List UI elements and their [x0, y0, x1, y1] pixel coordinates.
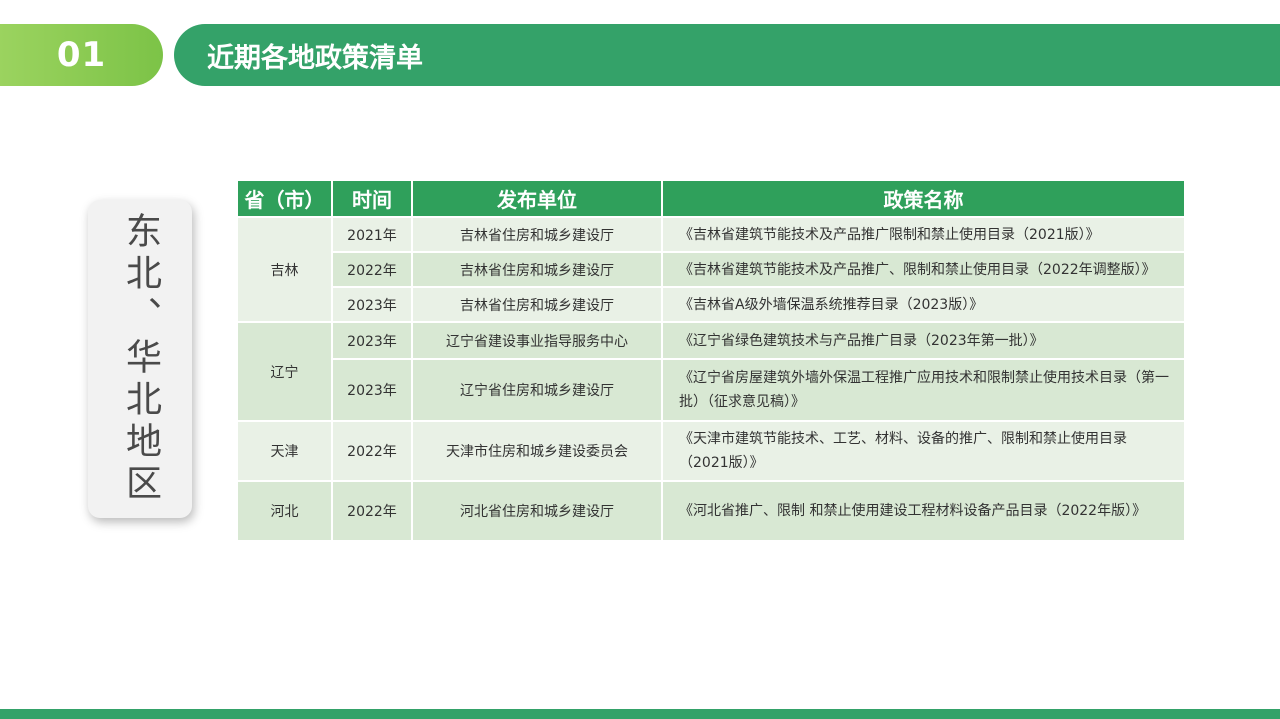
table-row: 2023年 辽宁省住房和城乡建设厅 《辽宁省房屋建筑外墙外保温工程推广应用技术和…: [237, 358, 1186, 422]
table-row: 吉林 2021年 吉林省住房和城乡建设厅 《吉林省建筑节能技术及产品推广限制和禁…: [236, 216, 1186, 323]
year-cell: 2022年: [331, 251, 413, 288]
publisher-cell: 天津市住房和城乡建设委员会: [411, 420, 663, 482]
table-row: 河北 2022年 河北省住房和城乡建设厅 《河北省推广、限制 和禁止使用建设工程…: [236, 480, 1186, 542]
table-row: 天津 2022年 天津市住房和城乡建设委员会 《天津市建筑节能技术、工艺、材料、…: [236, 420, 1186, 482]
page-title: 近期各地政策清单: [207, 42, 423, 74]
year-cell: 2023年: [331, 321, 413, 360]
publisher-cell: 河北省住房和城乡建设厅: [411, 480, 663, 542]
policy-table: 省（市） 时间 发布单位 政策名称 吉林 2021年 吉林省住房和城乡建设厅 《…: [236, 179, 1186, 542]
header-publisher: 发布单位: [411, 179, 663, 218]
province-cell: 吉林: [236, 216, 333, 323]
table-row: 辽宁 2023年 辽宁省建设事业指导服务中心 《辽宁省绿色建筑技术与产品推广目录…: [236, 321, 1186, 422]
province-cell: 河北: [236, 480, 333, 542]
year-cell: 2022年: [331, 420, 413, 482]
header-policy-name: 政策名称: [661, 179, 1186, 218]
policy-name-cell: 《吉林省A级外墙保温系统推荐目录（2023版）》: [661, 286, 1186, 323]
policy-name-cell: 《河北省推广、限制 和禁止使用建设工程材料设备产品目录（2022年版）》: [661, 480, 1186, 542]
region-label: 东北、华北地区: [120, 212, 161, 506]
year-cell: 2022年: [331, 480, 413, 542]
province-cell: 天津: [236, 420, 333, 482]
policy-name-cell: 《辽宁省绿色建筑技术与产品推广目录（2023年第一批）》: [661, 321, 1186, 360]
policy-name-cell: 《辽宁省房屋建筑外墙外保温工程推广应用技术和限制禁止使用技术目录（第一批）（征求…: [661, 358, 1186, 422]
header-time: 时间: [331, 179, 413, 218]
year-cell: 2023年: [331, 358, 413, 422]
section-number: 01: [56, 35, 107, 75]
region-card: 东北、华北地区: [88, 200, 192, 518]
publisher-cell: 吉林省住房和城乡建设厅: [411, 216, 663, 253]
province-cell: 辽宁: [236, 321, 333, 422]
year-cell: 2021年: [331, 216, 413, 253]
publisher-cell: 辽宁省住房和城乡建设厅: [411, 358, 663, 422]
header-province: 省（市）: [236, 179, 333, 218]
table-header-row: 省（市） 时间 发布单位 政策名称: [236, 179, 1186, 218]
table-row: 2022年 吉林省住房和城乡建设厅 《吉林省建筑节能技术及产品推广、限制和禁止使…: [237, 251, 1186, 288]
publisher-cell: 吉林省住房和城乡建设厅: [411, 251, 663, 288]
publisher-cell: 辽宁省建设事业指导服务中心: [411, 321, 663, 360]
publisher-cell: 吉林省住房和城乡建设厅: [411, 286, 663, 323]
section-number-badge: 01: [0, 24, 163, 86]
bottom-bar: [0, 709, 1280, 719]
table-row: 2023年 吉林省住房和城乡建设厅 《吉林省A级外墙保温系统推荐目录（2023版…: [237, 286, 1186, 323]
policy-name-cell: 《吉林省建筑节能技术及产品推广、限制和禁止使用目录（2022年调整版）》: [661, 251, 1186, 288]
policy-name-cell: 《天津市建筑节能技术、工艺、材料、设备的推广、限制和禁止使用目录（2021版）》: [661, 420, 1186, 482]
policy-name-cell: 《吉林省建筑节能技术及产品推广限制和禁止使用目录（2021版）》: [661, 216, 1186, 253]
year-cell: 2023年: [331, 286, 413, 323]
title-bar: 近期各地政策清单: [174, 24, 1280, 86]
